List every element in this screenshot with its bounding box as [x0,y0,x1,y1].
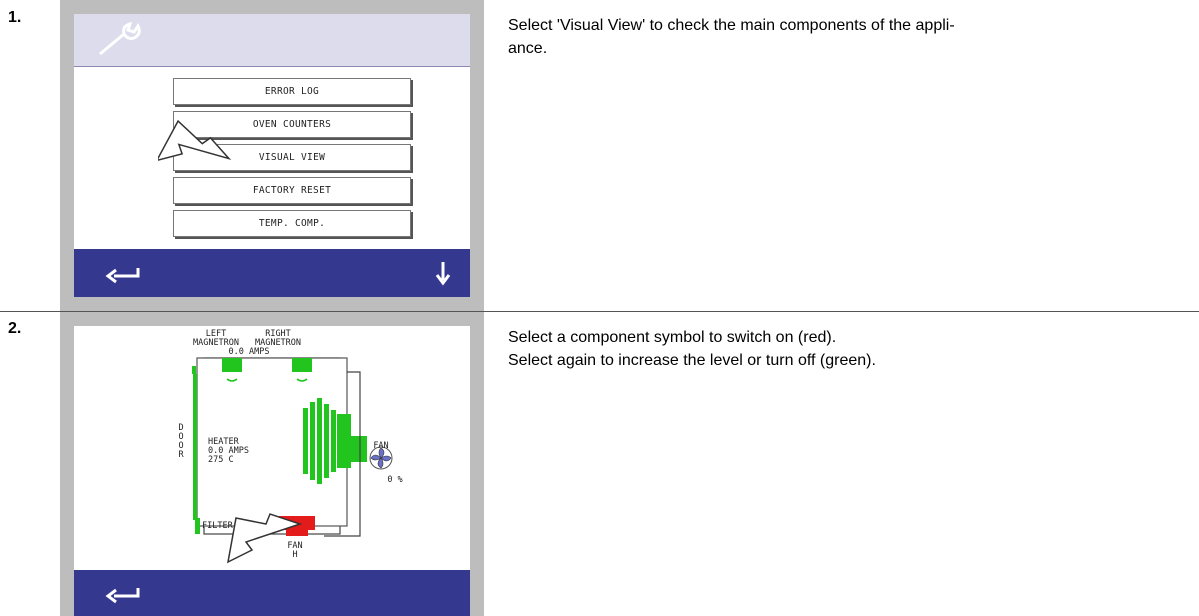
device-screen: LEFTMAGNETRON RIGHTMAGNETRON 0.0 AMPS [74,326,470,616]
fan-label: FAN [373,441,389,451]
device-screen: ERROR LOG OVEN COUNTERS VISUAL VIEW FACT… [74,14,470,297]
step-description: Select a component symbol to switch on (… [508,326,1188,372]
menu-item-factory-reset[interactable]: FACTORY RESET [173,177,411,204]
heater-coil [303,398,367,484]
screen-footer [74,249,470,297]
screen-header [74,14,470,67]
description-line: Select a component symbol to switch on (… [508,329,837,346]
left-magnetron [222,358,242,372]
wrench-icon [99,21,141,56]
step-number: 2. [8,320,22,337]
right-magnetron [292,358,312,372]
heater-info: HEATER 0.0 AMPS 275 C [208,437,249,465]
arrow-pointer-icon [158,120,232,162]
description-line: ance. [508,40,548,57]
menu-item-error-log[interactable]: ERROR LOG [173,78,411,105]
down-arrow-icon[interactable] [434,260,452,286]
screenshot-frame: ERROR LOG OVEN COUNTERS VISUAL VIEW FACT… [60,0,484,311]
description-line: Select again to increase the level or tu… [508,352,876,369]
arrow-pointer-icon [226,513,303,564]
screenshot-frame: LEFTMAGNETRON RIGHTMAGNETRON 0.0 AMPS [60,312,484,616]
door-label: DO OR [178,423,184,460]
fan-percent: 0 % [387,475,403,485]
step-number: 1. [8,9,22,26]
back-arrow-icon[interactable] [104,262,144,284]
screen-footer [74,570,470,616]
menu-item-temp-comp[interactable]: TEMP. COMP. [173,210,411,237]
step-description: Select 'Visual View' to check the main c… [508,14,1188,60]
description-line: Select 'Visual View' to check the main c… [508,17,955,34]
back-arrow-icon[interactable] [104,582,144,604]
